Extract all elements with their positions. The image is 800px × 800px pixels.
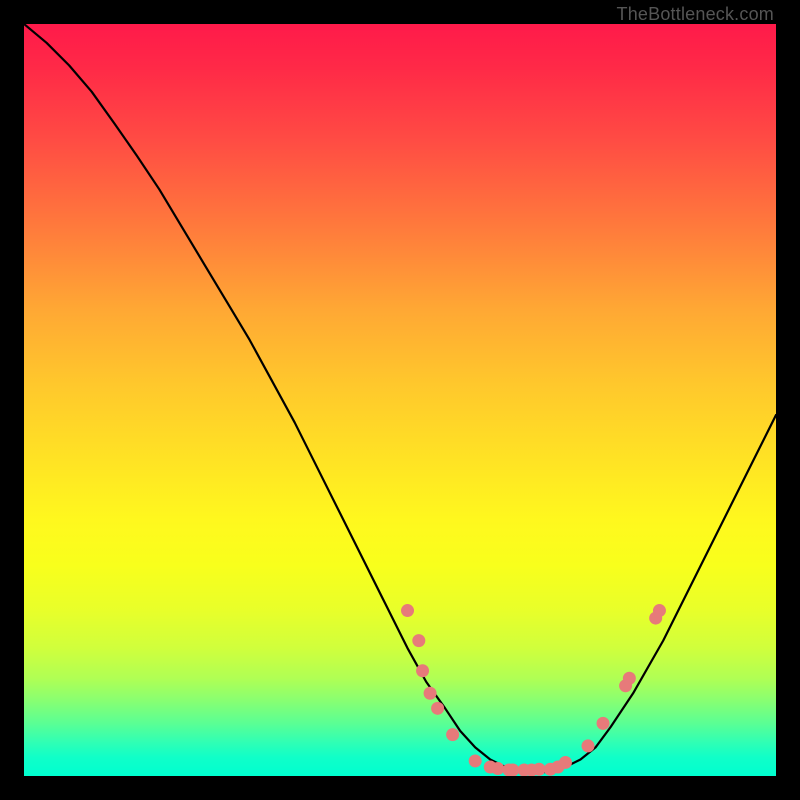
data-dot (582, 739, 595, 752)
data-dot (469, 754, 482, 767)
chart-svg (24, 24, 776, 776)
data-dot (412, 634, 425, 647)
data-dot (401, 604, 414, 617)
data-dot (431, 702, 444, 715)
data-dot (533, 763, 546, 776)
chart-frame: TheBottleneck.com (0, 0, 800, 800)
data-dot (416, 664, 429, 677)
watermark-text: TheBottleneck.com (617, 4, 774, 25)
data-dot (623, 672, 636, 685)
data-dot (446, 728, 459, 741)
data-dot (653, 604, 666, 617)
data-dot (506, 763, 519, 776)
data-dot (559, 756, 572, 769)
plot-area (24, 24, 776, 776)
data-dot (424, 687, 437, 700)
data-dot (491, 762, 504, 775)
data-dot (597, 717, 610, 730)
bottleneck-curve (24, 24, 776, 773)
